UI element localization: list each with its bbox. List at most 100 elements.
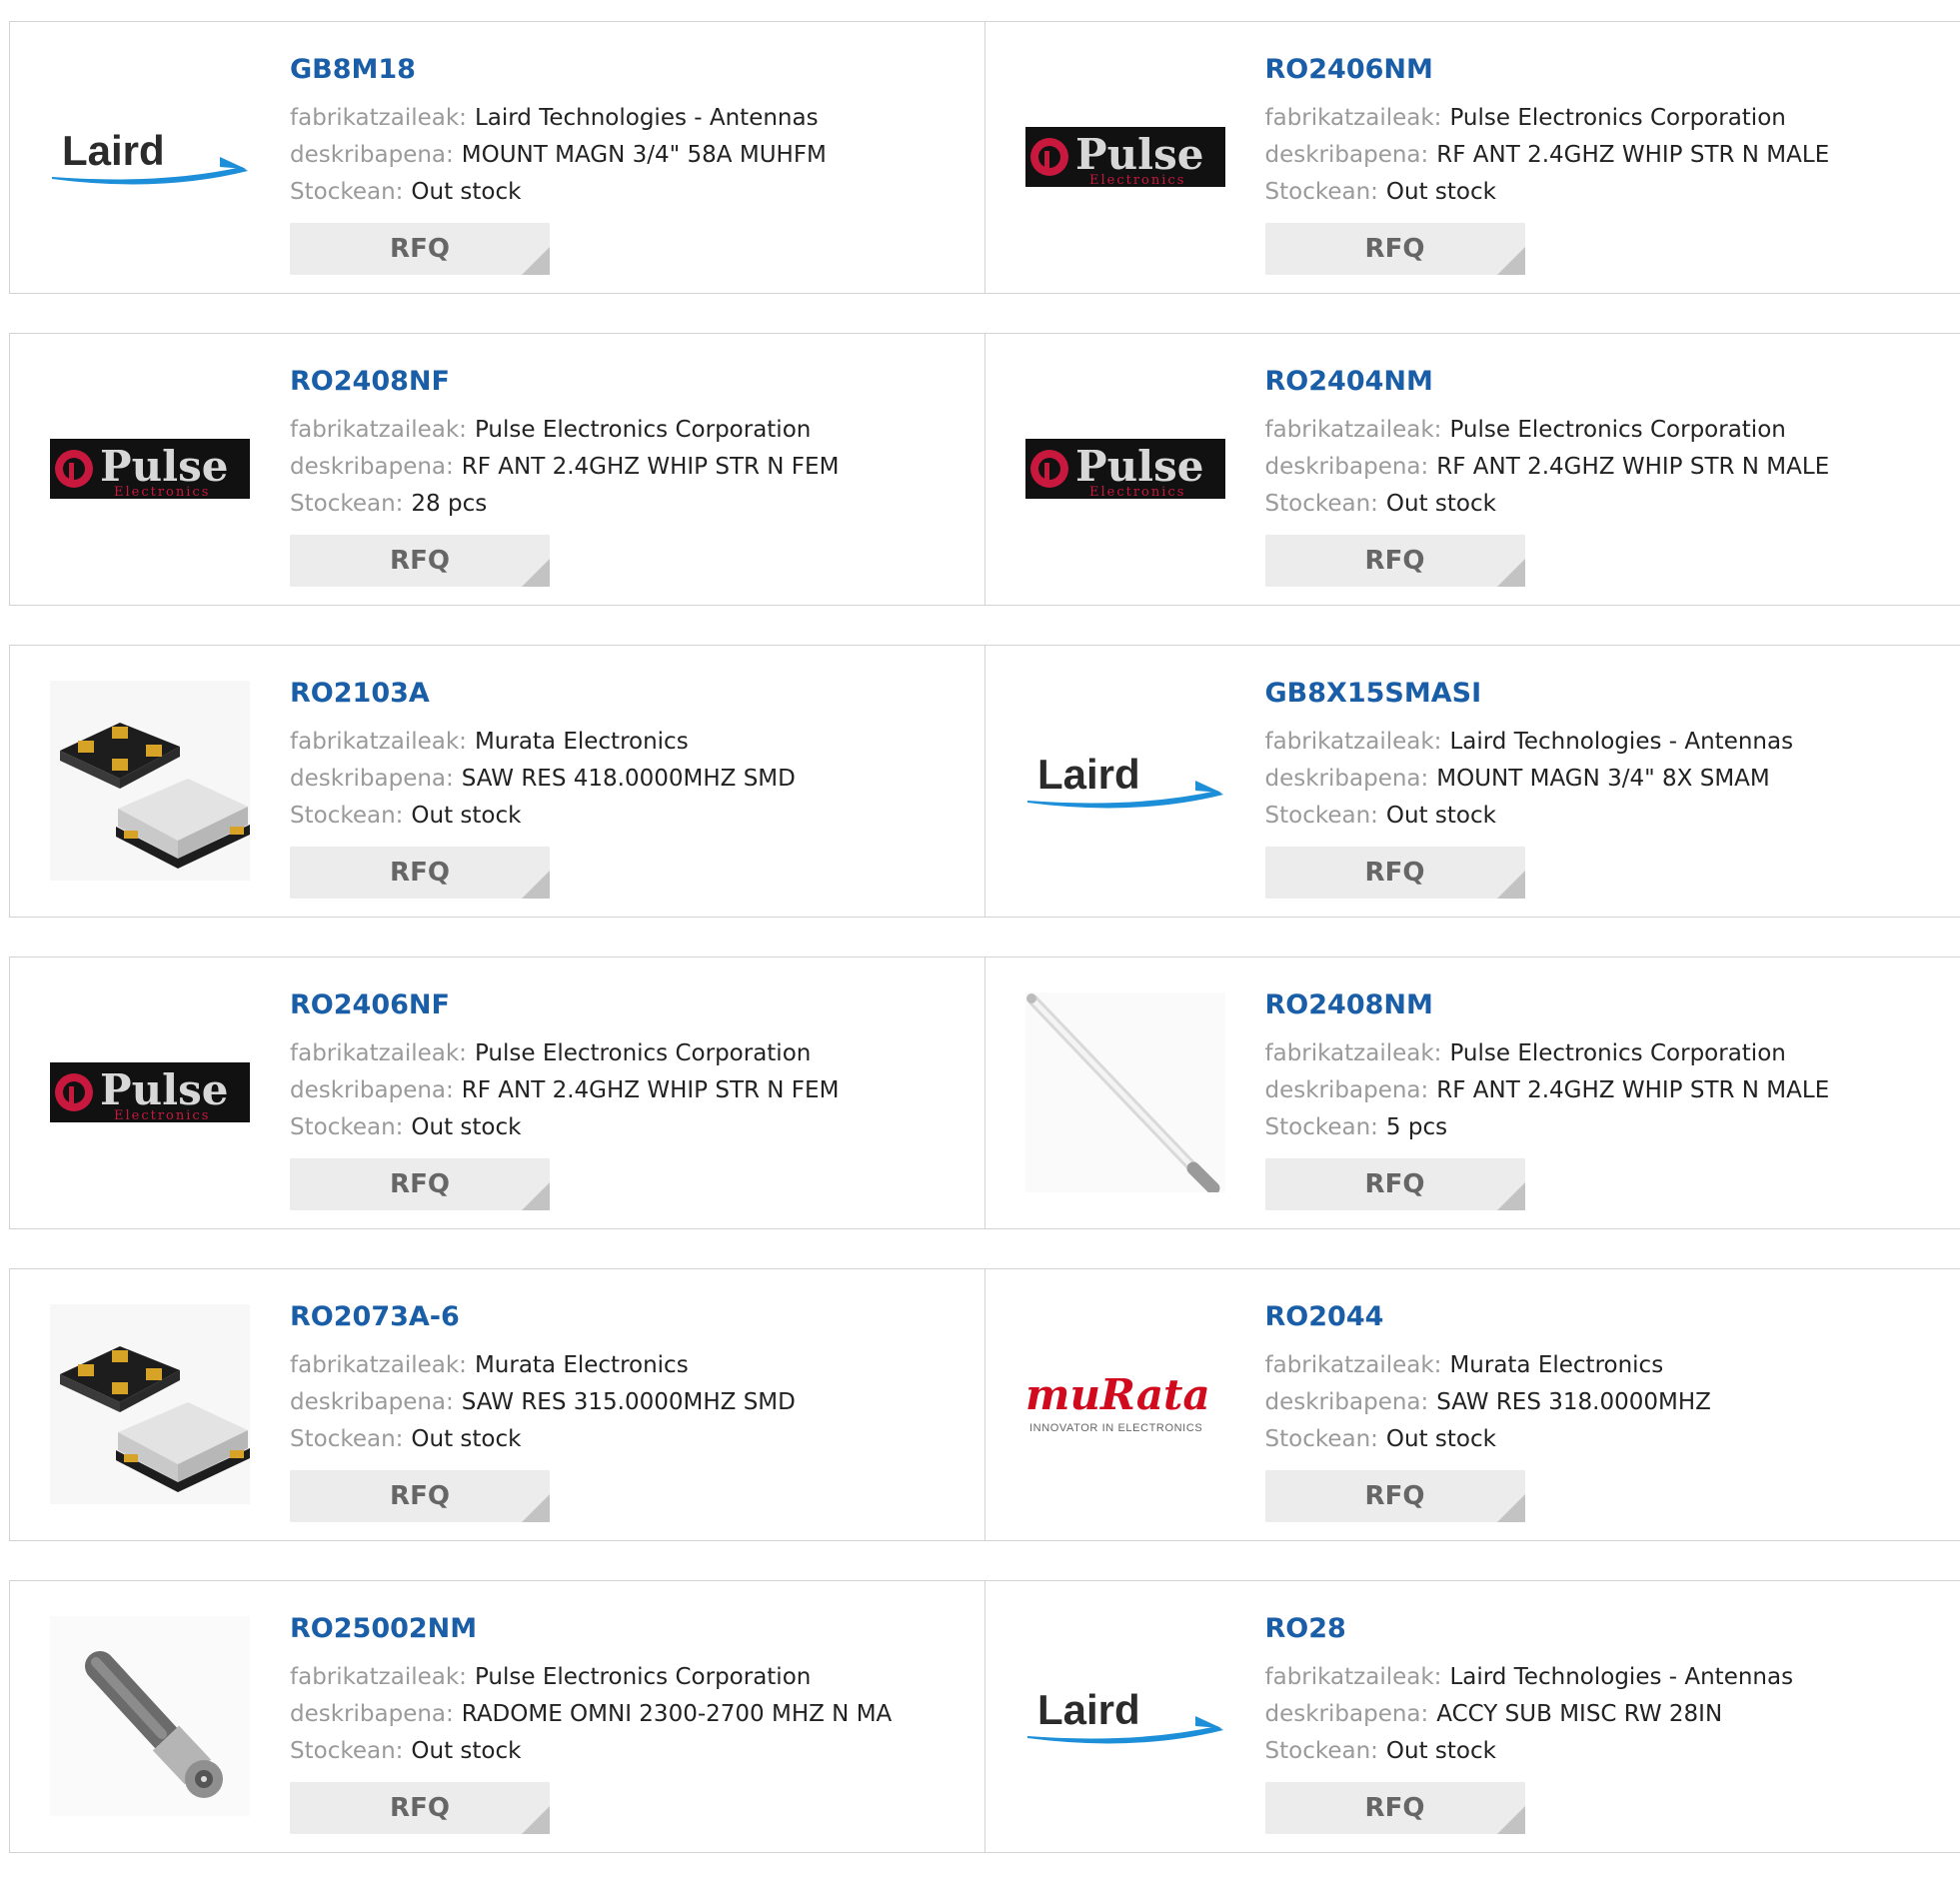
pulse-logo-text: Pulse — [1075, 442, 1203, 491]
description-line: deskribapena:SAW RES 418.0000MHZ SMD — [290, 761, 796, 798]
laird-logo: Laird — [1025, 1686, 1225, 1746]
product-card: Pulse Electronics RO2404NM fabrikatzaile… — [985, 334, 1960, 605]
manufacturer-label: fabrikatzaileak: — [290, 417, 467, 443]
rfq-button[interactable]: RFQ — [290, 535, 550, 587]
manufacturer-label: fabrikatzaileak: — [290, 1664, 467, 1690]
product-card: RO2073A-6 fabrikatzaileak:Murata Electro… — [10, 1269, 985, 1540]
rfq-button[interactable]: RFQ — [290, 1782, 550, 1834]
pulse-logo: Pulse Electronics — [50, 439, 250, 499]
product-info: RO2406NM fabrikatzaileak:Pulse Electroni… — [1265, 52, 1830, 275]
manufacturer-label: fabrikatzaileak: — [290, 1352, 467, 1378]
product-info: RO25002NM fabrikatzaileak: Pulse Electron… — [290, 1611, 892, 1834]
part-number-link[interactable]: RO2408NF — [290, 364, 839, 400]
rfq-button[interactable]: RFQ — [1265, 223, 1525, 275]
stock-line: Stockean:Out stock — [290, 174, 827, 211]
product-image[interactable] — [50, 681, 250, 881]
manufacturer-value: Pulse Electronics Corporation — [475, 1664, 811, 1690]
stock-label: Stockean: — [290, 1426, 403, 1452]
part-number-link[interactable]: RO2073A-6 — [290, 1299, 796, 1335]
part-number-link[interactable]: RO25002NM — [290, 1611, 892, 1647]
stock-value: Out stock — [411, 1738, 521, 1764]
product-card: Laird RO28 fabrikatzaileak:Laird Technol… — [985, 1581, 1960, 1852]
pulse-logo-text: Pulse — [100, 442, 228, 491]
manufacturer-label: fabrikatzaileak: — [290, 729, 467, 755]
stock-line: Stockean:Out stock — [290, 1733, 892, 1770]
part-number-link[interactable]: RO28 — [1265, 1611, 1794, 1647]
product-card: Pulse Electronics RO2406NF fabrikatzaile… — [10, 957, 985, 1228]
manufacturer-label: fabrikatzaileak: — [1265, 417, 1442, 443]
description-line: deskribapena:RF ANT 2.4GHZ WHIP STR N MA… — [1265, 1072, 1830, 1109]
part-number-link[interactable]: RO2103A — [290, 676, 796, 712]
stock-value: Out stock — [411, 1114, 521, 1140]
manufacturer-line: fabrikatzaileak:Laird Technologies - Ant… — [290, 100, 827, 137]
description-line: deskribapena:MOUNT MAGN 3/4" 58A MUHFM — [290, 137, 827, 174]
manufacturer-value: Murata Electronics — [475, 729, 689, 755]
stock-value: Out stock — [411, 803, 521, 829]
description-value: SAW RES 315.0000MHZ SMD — [462, 1389, 796, 1415]
rfq-button[interactable]: RFQ — [1265, 535, 1525, 587]
rfq-button[interactable]: RFQ — [1265, 1158, 1525, 1210]
laird-logo-text: Laird — [62, 127, 165, 174]
product-card: RO2103A fabrikatzaileak: Murata Electroni… — [10, 646, 985, 917]
product-image[interactable]: Laird — [1025, 681, 1225, 881]
manufacturer-value: Laird Technologies - Antennas — [1449, 729, 1793, 755]
part-number-link[interactable]: RO2406NF — [290, 987, 839, 1023]
stock-value: Out stock — [1386, 179, 1496, 205]
manufacturer-line: fabrikatzaileak:Pulse Electronics Corpor… — [1265, 412, 1830, 449]
description-label: deskribapena: — [290, 1077, 454, 1103]
description-line: deskribapena:ACCY SUB MISC RW 28IN — [1265, 1696, 1794, 1733]
product-card: Laird GB8X15SMASI fabrikatzaileak:Laird … — [985, 646, 1960, 917]
stock-line: Stockean:28 pcs — [290, 486, 839, 523]
rfq-button[interactable]: RFQ — [290, 223, 550, 275]
part-number-link[interactable]: RO2406NM — [1265, 52, 1830, 88]
manufacturer-line: fabrikatzaileak:Pulse Electronics Corpor… — [1265, 100, 1830, 137]
manufacturer-line: fabrikatzaileak:Pulse Electronics Corpor… — [290, 1035, 839, 1072]
product-image[interactable] — [50, 1304, 250, 1504]
product-info: RO2408NM fabrikatzaileak:Pulse Electroni… — [1265, 987, 1830, 1210]
manufacturer-value: Pulse Electronics Corporation — [475, 417, 811, 443]
rfq-button[interactable]: RFQ — [290, 1470, 550, 1522]
description-label: deskribapena: — [1265, 142, 1429, 168]
product-image[interactable]: Pulse Electronics — [50, 992, 250, 1192]
description-value: RF ANT 2.4GHZ WHIP STR N MALE — [1436, 1077, 1829, 1103]
part-number-link[interactable]: GB8X15SMASI — [1265, 676, 1794, 712]
product-row: RO25002NM fabrikatzaileak: Pulse Electron… — [9, 1580, 1960, 1853]
part-number-link[interactable]: RO2044 — [1265, 1299, 1711, 1335]
stock-label: Stockean: — [1265, 1426, 1378, 1452]
description-value: MOUNT MAGN 3/4" 8X SMAM — [1436, 766, 1770, 792]
product-row: RO2073A-6 fabrikatzaileak:Murata Electro… — [9, 1268, 1960, 1541]
manufacturer-value: Laird Technologies - Antennas — [475, 105, 819, 131]
description-label: deskribapena: — [1265, 1389, 1429, 1415]
manufacturer-label: fabrikatzaileak: — [290, 1040, 467, 1066]
stock-line: Stockean: Out stock — [1265, 1421, 1711, 1458]
description-label: deskribapena: — [290, 142, 454, 168]
part-number-link[interactable]: RO2404NM — [1265, 364, 1830, 400]
product-image[interactable]: Pulse Electronics — [50, 369, 250, 569]
stock-value: Out stock — [1386, 1426, 1496, 1452]
part-number-link[interactable]: GB8M18 — [290, 52, 827, 88]
product-card: Laird GB8M18 fabrikatzaileak:Laird Techn… — [10, 22, 985, 293]
rfq-button[interactable]: RFQ — [290, 1158, 550, 1210]
stock-line: Stockean:Out stock — [290, 1109, 839, 1146]
product-image[interactable]: Laird — [1025, 1616, 1225, 1816]
product-image[interactable] — [50, 1616, 250, 1816]
product-info: RO2103A fabrikatzaileak: Murata Electroni… — [290, 676, 796, 899]
stock-label: Stockean: — [1265, 1738, 1378, 1764]
manufacturer-label: fabrikatzaileak: — [1265, 1040, 1442, 1066]
rfq-button[interactable]: RFQ — [1265, 847, 1525, 899]
rfq-button[interactable]: RFQ — [1265, 1470, 1525, 1522]
product-image[interactable]: Pulse Electronics — [1025, 57, 1225, 257]
product-image[interactable] — [1025, 992, 1225, 1192]
product-image[interactable]: Pulse Electronics — [1025, 369, 1225, 569]
manufacturer-value: Laird Technologies - Antennas — [1449, 1664, 1793, 1690]
product-image[interactable]: muRata INNOVATOR IN ELECTRONICS — [1025, 1304, 1225, 1504]
manufacturer-line: fabrikatzaileak: Murata Electronics — [290, 724, 796, 761]
pulse-logo-subtext: Electronics — [114, 485, 210, 499]
rfq-button[interactable]: RFQ — [1265, 1782, 1525, 1834]
rfq-button[interactable]: RFQ — [290, 847, 550, 899]
manufacturer-line: fabrikatzaileak: Pulse Electronics Corpor… — [290, 412, 839, 449]
part-number-link[interactable]: RO2408NM — [1265, 987, 1830, 1023]
product-image[interactable]: Laird — [50, 57, 250, 257]
description-line: deskribapena:SAW RES 318.0000MHZ — [1265, 1384, 1711, 1421]
pulse-logo-subtext: Electronics — [1089, 485, 1185, 499]
